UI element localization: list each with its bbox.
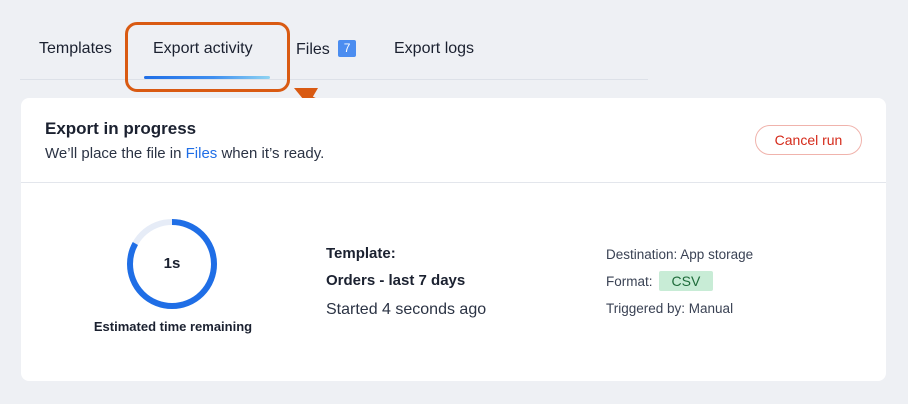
- destination-info: Destination: App storage: [606, 247, 754, 262]
- active-tab-indicator: [144, 76, 270, 79]
- time-remaining-label: Estimated time remaining: [93, 319, 253, 334]
- subtitle-text-before: We’ll place the file in: [45, 145, 186, 162]
- files-count-badge: 7: [337, 40, 357, 57]
- template-name: Orders - last 7 days: [326, 272, 466, 289]
- tab-export-activity[interactable]: Export activity: [153, 40, 253, 58]
- tab-export-logs[interactable]: Export logs: [394, 40, 474, 58]
- card-title: Export in progress: [45, 119, 197, 138]
- subtitle-text-after: when it’s ready.: [217, 145, 325, 162]
- export-progress-card: Export in progress We’ll place the file …: [21, 98, 886, 381]
- tab-bar: Templates Export activity Files 7 Export …: [20, 22, 648, 80]
- format-label: Format:: [606, 274, 653, 289]
- format-info: Format: CSV: [606, 271, 714, 291]
- cancel-run-button[interactable]: Cancel run: [755, 125, 862, 155]
- card-subtitle: We’ll place the file in Files when it’s …: [45, 145, 324, 162]
- tab-files[interactable]: Files 7: [296, 40, 357, 59]
- template-label: Template:: [326, 245, 396, 262]
- tab-files-label: Files: [296, 41, 330, 58]
- card-header: Export in progress We’ll place the file …: [21, 98, 886, 183]
- format-badge: CSV: [658, 271, 714, 291]
- files-link[interactable]: Files: [186, 145, 218, 162]
- started-time: Started 4 seconds ago: [326, 301, 487, 318]
- time-remaining-value: 1s: [163, 255, 181, 272]
- triggered-info: Triggered by: Manual: [606, 301, 734, 316]
- tab-templates[interactable]: Templates: [39, 40, 112, 58]
